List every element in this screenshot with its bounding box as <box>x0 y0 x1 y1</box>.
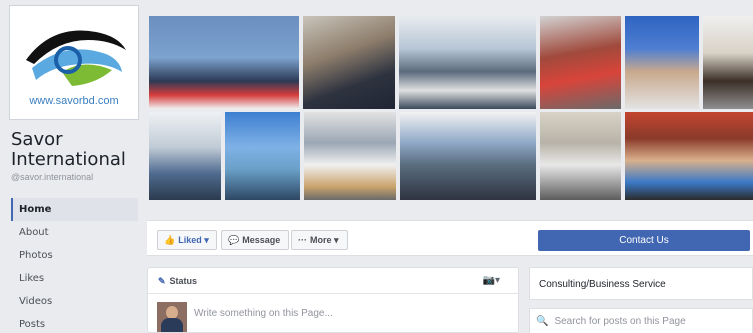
profile-picture[interactable]: www.savorbd.com <box>9 5 139 120</box>
pencil-icon: ✎ <box>158 276 166 286</box>
chat-bubble-icon: 💬 <box>228 235 240 245</box>
cover-photo-tile <box>540 16 621 109</box>
message-label: Message <box>242 235 281 245</box>
search-icon: 🔍 <box>536 316 549 327</box>
ellipsis-icon: ··· <box>298 235 307 245</box>
cover-photo-tile <box>149 16 299 109</box>
page-handle[interactable]: @savor.international <box>11 172 93 182</box>
page-nav: Home About Photos Likes Videos Posts <box>11 198 138 333</box>
camera-icon[interactable]: 📷▾ <box>483 275 500 286</box>
page-search-field[interactable]: 🔍 Search for posts on this Page <box>529 308 753 333</box>
nav-item-about[interactable]: About <box>11 221 138 244</box>
cover-photo-tile <box>399 16 536 109</box>
more-button[interactable]: ··· More ▾ <box>291 230 348 250</box>
cover-photo-tile <box>703 16 753 109</box>
cover-photo-tile <box>625 16 699 109</box>
more-label: More ▾ <box>310 235 339 245</box>
left-sidebar: www.savorbd.com Savor International @sav… <box>0 0 142 333</box>
profile-picture-frame: www.savorbd.com <box>14 10 134 115</box>
cover-photo-tile <box>225 112 300 200</box>
cover-photo-tile <box>303 16 395 109</box>
page-title[interactable]: Savor International <box>11 130 131 170</box>
cover-photo-tile <box>540 112 621 200</box>
nav-item-photos[interactable]: Photos <box>11 244 138 267</box>
liked-button[interactable]: 👍 Liked ▾ <box>157 230 217 250</box>
cover-photo-tile <box>304 112 396 200</box>
cover-photo-collage[interactable] <box>147 14 753 219</box>
avatar <box>157 302 187 332</box>
cover-photo-tile <box>625 112 753 200</box>
status-input[interactable]: Write something on this Page... <box>194 308 333 319</box>
nav-item-videos[interactable]: Videos <box>11 290 138 313</box>
page-category[interactable]: Consulting/Business Service <box>529 267 753 300</box>
right-column: Consulting/Business Service 🔍 Search for … <box>529 267 753 333</box>
nav-item-likes[interactable]: Likes <box>11 267 138 290</box>
liked-label: Liked ▾ <box>178 235 209 245</box>
message-button[interactable]: 💬 Message <box>221 230 289 250</box>
savor-logo-icon <box>26 30 126 86</box>
page-action-bar: 👍 Liked ▾ 💬 Message ··· More ▾ Contact Us <box>147 220 753 256</box>
status-tab-label: Status <box>169 276 198 286</box>
page-search-placeholder: Search for posts on this Page <box>554 316 686 327</box>
status-composer: ✎ Status 📷▾ Write something on this Page.… <box>147 267 519 333</box>
nav-item-posts[interactable]: Posts <box>11 313 138 333</box>
status-tab[interactable]: ✎ Status <box>148 268 518 294</box>
thumbs-up-icon: 👍 <box>164 235 176 245</box>
contact-us-button[interactable]: Contact Us <box>538 230 750 251</box>
cover-photo-tile <box>400 112 536 200</box>
nav-item-home[interactable]: Home <box>11 198 138 221</box>
profile-url-text: www.savorbd.com <box>29 95 119 107</box>
cover-photo-tile <box>149 112 221 200</box>
